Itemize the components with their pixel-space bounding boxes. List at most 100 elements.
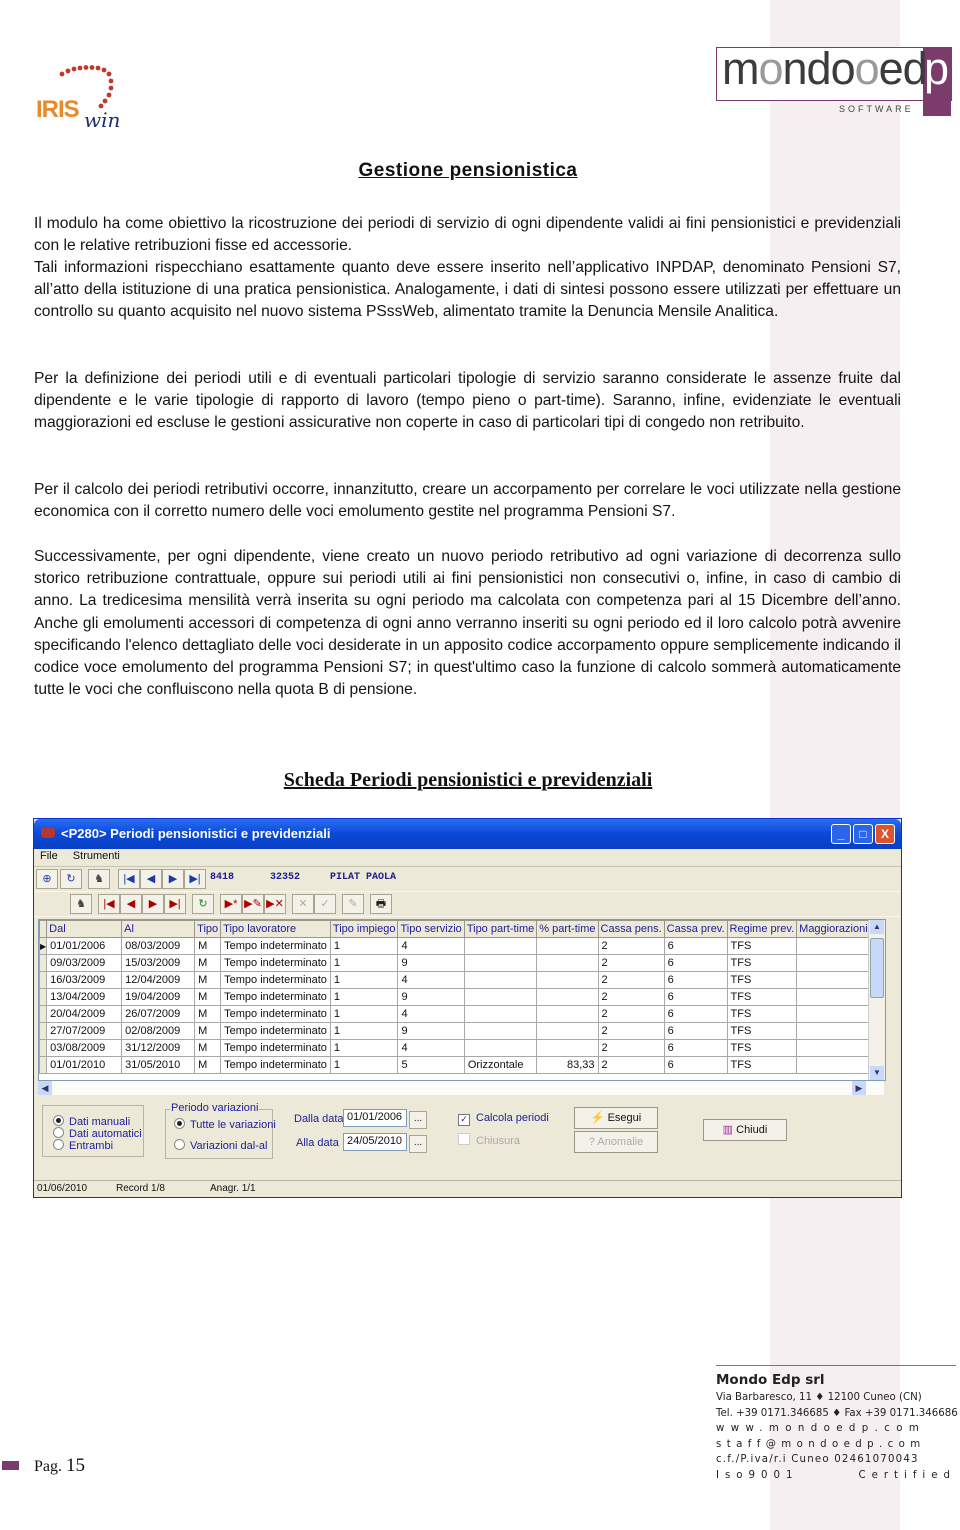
refresh-icon[interactable]: ↻	[60, 869, 82, 889]
table-cell[interactable]: 31/05/2010	[121, 1056, 196, 1074]
table-cell[interactable]: 03/08/2009	[46, 1039, 123, 1057]
edit-record-icon[interactable]: ▶✎	[242, 894, 264, 914]
cancel-icon[interactable]: ✕	[292, 894, 314, 914]
date-to-picker-button[interactable]: ...	[409, 1135, 427, 1153]
current-row-indicator-icon[interactable]: ▶	[39, 937, 48, 955]
table-cell[interactable]: 4	[397, 1005, 465, 1023]
delete-record-icon[interactable]: ▶✕	[264, 894, 286, 914]
column-header[interactable]: Tipo part-time	[463, 920, 538, 938]
table-cell[interactable]: TFS	[726, 1056, 798, 1074]
table-cell[interactable]	[536, 988, 599, 1006]
table-cell[interactable]: TFS	[726, 937, 798, 955]
last-record-icon[interactable]: ▶|	[184, 869, 206, 889]
table-cell[interactable]	[463, 937, 538, 955]
table-cell[interactable]: 2	[597, 1022, 665, 1040]
menu-strumenti[interactable]: Strumenti	[67, 849, 126, 863]
row-selector[interactable]	[39, 1022, 48, 1040]
grid-vertical-scrollbar[interactable]: ▲ ▼	[868, 920, 885, 1080]
table-cell[interactable]: 02/08/2009	[121, 1022, 196, 1040]
table-cell[interactable]: TFS	[726, 1039, 798, 1057]
table-cell[interactable]: 9	[397, 954, 465, 972]
table-cell[interactable]: 01/01/2010	[46, 1056, 123, 1074]
table-cell[interactable]: 08/03/2009	[121, 937, 196, 955]
row-selector[interactable]	[39, 988, 48, 1006]
column-header[interactable]: Maggiorazioni	[796, 920, 871, 938]
table-cell[interactable]	[536, 971, 599, 989]
previous-record-icon[interactable]: ◀	[140, 869, 162, 889]
table-cell[interactable]: 9	[397, 1022, 465, 1040]
grid-first-icon[interactable]: |◀	[98, 894, 120, 914]
table-cell[interactable]: Tempo indeterminato	[220, 1056, 331, 1074]
table-cell[interactable]: 5	[397, 1056, 465, 1074]
table-cell[interactable]: Tempo indeterminato	[220, 1039, 331, 1057]
binoculars-icon[interactable]: ♞	[88, 869, 110, 889]
table-cell[interactable]	[463, 971, 538, 989]
table-cell[interactable]: Orizzontale	[463, 1056, 538, 1074]
calcola-periodi-checkbox[interactable]: ✓ Calcola periodi	[458, 1112, 549, 1126]
table-row[interactable]: 16/03/2009 12/04/2009 M Tempo indeterminato…	[39, 971, 885, 989]
column-header[interactable]: % part-time	[536, 920, 599, 938]
column-header[interactable]: Dal	[46, 920, 123, 938]
close-window-button[interactable]: X	[875, 824, 895, 844]
confirm-icon[interactable]: ✓	[314, 894, 336, 914]
table-cell[interactable]	[536, 1005, 599, 1023]
chiusura-checkbox[interactable]: Chiusura	[458, 1133, 520, 1147]
radio-tutte-variazioni[interactable]: Tutte le variazioni	[174, 1118, 276, 1131]
table-cell[interactable]: M	[194, 937, 222, 955]
table-cell[interactable]	[796, 988, 871, 1006]
table-cell[interactable]: 01/01/2006	[46, 937, 123, 955]
first-record-icon[interactable]: |◀	[118, 869, 140, 889]
table-cell[interactable]: TFS	[726, 1005, 798, 1023]
radio-variazioni-dal-al[interactable]: Variazioni dal-al	[174, 1139, 267, 1152]
table-cell[interactable]	[796, 937, 871, 955]
table-cell[interactable]	[796, 1022, 871, 1040]
table-cell[interactable]	[463, 988, 538, 1006]
table-row[interactable]: 13/04/2009 19/04/2009 M Tempo indeterminato…	[39, 988, 885, 1006]
table-cell[interactable]: 2	[597, 937, 665, 955]
column-header[interactable]: Al	[121, 920, 196, 938]
column-header[interactable]: Tipo	[194, 920, 222, 938]
company-email[interactable]: staff@mondoedp.com	[716, 1437, 956, 1453]
table-cell[interactable]: 15/03/2009	[121, 954, 196, 972]
company-website[interactable]: www.mondoedp.com	[716, 1421, 956, 1437]
table-cell[interactable]: 27/07/2009	[46, 1022, 123, 1040]
menu-file[interactable]: File	[34, 849, 64, 863]
next-record-icon[interactable]: ▶	[162, 869, 184, 889]
row-selector[interactable]	[39, 971, 48, 989]
table-cell[interactable]: 1	[329, 988, 399, 1006]
row-selector[interactable]	[39, 1005, 48, 1023]
table-cell[interactable]: 1	[329, 1056, 399, 1074]
print-icon[interactable]: 🖶	[370, 894, 392, 914]
table-cell[interactable]: 6	[663, 937, 728, 955]
column-header[interactable]: Tipo servizio	[397, 920, 465, 938]
table-cell[interactable]: 13/04/2009	[46, 988, 123, 1006]
grid-prev-icon[interactable]: ◀	[120, 894, 142, 914]
table-cell[interactable]	[796, 1056, 871, 1074]
table-cell[interactable]: TFS	[726, 1022, 798, 1040]
table-cell[interactable]: Tempo indeterminato	[220, 954, 331, 972]
table-cell[interactable]: 6	[663, 971, 728, 989]
table-cell[interactable]: 2	[597, 1005, 665, 1023]
table-cell[interactable]: 1	[329, 954, 399, 972]
grid-refresh-icon[interactable]: ↻	[192, 894, 214, 914]
table-cell[interactable]: 6	[663, 1056, 728, 1074]
table-cell[interactable]: Tempo indeterminato	[220, 1022, 331, 1040]
table-cell[interactable]: 2	[597, 988, 665, 1006]
scroll-left-icon[interactable]: ◀	[38, 1081, 52, 1095]
table-cell[interactable]: 4	[397, 971, 465, 989]
table-cell[interactable]: TFS	[726, 971, 798, 989]
row-selector[interactable]	[39, 1039, 48, 1057]
table-cell[interactable]: M	[194, 1039, 222, 1057]
table-cell[interactable]: 31/12/2009	[121, 1039, 196, 1057]
table-cell[interactable]: M	[194, 954, 222, 972]
table-cell[interactable]: TFS	[726, 954, 798, 972]
table-cell[interactable]: 2	[597, 1039, 665, 1057]
scroll-up-icon[interactable]: ▲	[870, 920, 884, 934]
table-cell[interactable]: 2	[597, 971, 665, 989]
column-header[interactable]: Cassa pens.	[597, 920, 665, 938]
table-cell[interactable]: M	[194, 988, 222, 1006]
grid-next-icon[interactable]: ▶	[142, 894, 164, 914]
table-cell[interactable]: TFS	[726, 988, 798, 1006]
table-cell[interactable]	[463, 1022, 538, 1040]
table-cell[interactable]: 1	[329, 1005, 399, 1023]
